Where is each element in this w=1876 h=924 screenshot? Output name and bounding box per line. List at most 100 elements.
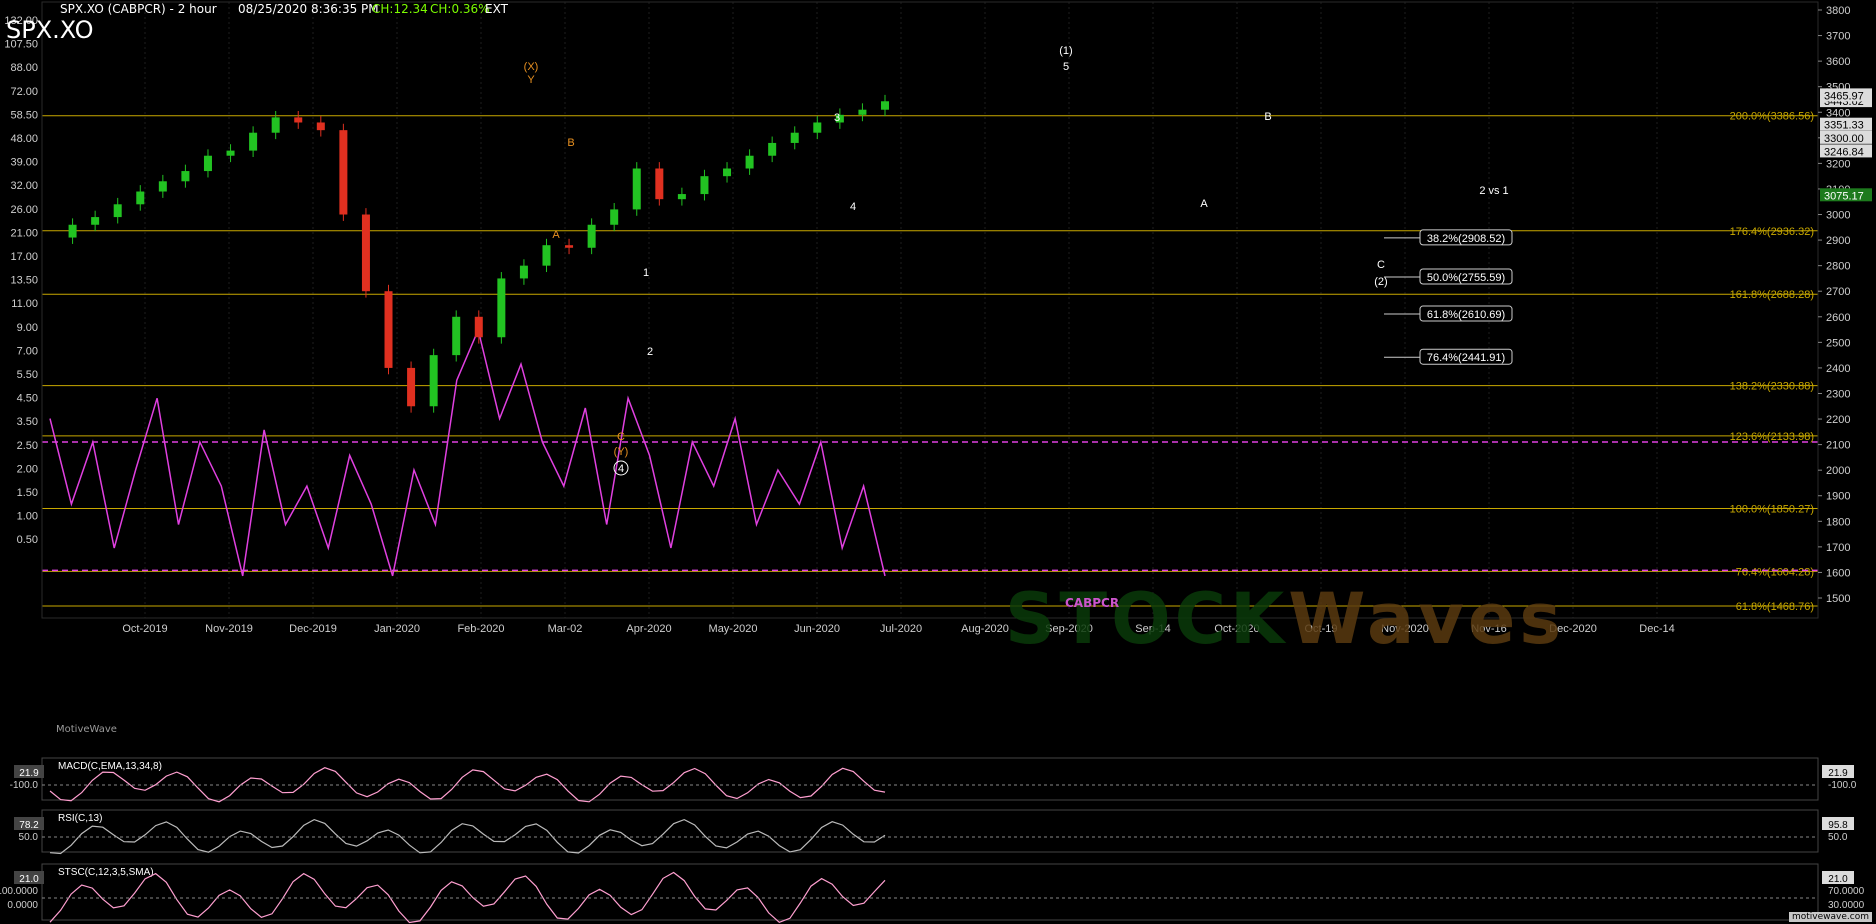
wave-label: 3: [834, 112, 840, 124]
candle-body: [339, 130, 348, 215]
retracement-label: 61.8%(2610.69): [1427, 309, 1505, 321]
candle-body: [271, 117, 280, 133]
candle-body: [723, 168, 732, 177]
left-tick-label: 1.50: [17, 487, 38, 499]
candle-body: [361, 214, 370, 292]
candle-body: [136, 191, 145, 205]
wave-label: Y: [527, 74, 535, 86]
wave-label: B: [1264, 111, 1271, 123]
candle-body: [91, 217, 100, 225]
candle-body: [790, 132, 799, 143]
candle-body: [429, 355, 438, 407]
indicator-value-right: 21.0: [1828, 874, 1848, 885]
indicator-tick: 100.0000: [0, 886, 38, 897]
indicator-value-left: 21.9: [19, 768, 39, 779]
indicator-panes: MACD(C,EMA,13,34,8)21.9 21.9-100.0 -100.0R…: [0, 757, 1865, 924]
left-tick-label: 72.00: [10, 86, 38, 98]
right-tick-label: 3600: [1826, 56, 1850, 68]
indicator-name: MACD(C,EMA,13,34,8): [58, 761, 162, 772]
candle-body: [881, 101, 889, 110]
left-tick-label: 9.00: [17, 322, 38, 334]
candle-body: [181, 171, 190, 182]
fib-label: 123.6%(2133.98): [1730, 431, 1814, 443]
fib-label: 76.4%(1604.28): [1736, 566, 1814, 578]
fib-label: 200.0%(3386.56): [1730, 111, 1814, 123]
right-tick-label: 3800: [1826, 5, 1850, 17]
wave-label: 4: [618, 463, 624, 475]
chart-canvas[interactable]: 200.0%(3386.56) 176.4%(2936.32) 161.8%(268…: [0, 0, 1876, 924]
right-tick-label: 1500: [1826, 593, 1850, 605]
candle-body: [632, 168, 641, 210]
right-tick-label: 1700: [1826, 542, 1850, 554]
indicator-tick: 50.0: [19, 832, 39, 843]
retracement-label: 38.2%(2908.52): [1427, 233, 1505, 245]
candle-body: [294, 117, 303, 123]
candle-body: [249, 132, 258, 151]
wave-label: 1: [643, 267, 649, 279]
right-tick-label: 2400: [1826, 363, 1850, 375]
wave-label: 5: [1063, 61, 1069, 73]
x-tick-label: Feb-2020: [457, 623, 504, 635]
fib-label: 138.2%(2330.88): [1730, 381, 1814, 393]
candle-body: [655, 168, 664, 200]
left-tick-label: 5.50: [17, 369, 38, 381]
candle-body: [587, 224, 596, 248]
right-tick-label: 3700: [1826, 31, 1850, 43]
left-tick-label: 32.00: [10, 180, 38, 192]
left-tick-label: 26.00: [10, 204, 38, 216]
wave-label: A: [552, 229, 560, 241]
fib-label: 61.8%(1468.76): [1736, 601, 1814, 613]
fib-label: 176.4%(2936.32): [1730, 226, 1814, 238]
right-tick-label: 2800: [1826, 261, 1850, 273]
wave-label: C: [617, 431, 625, 443]
right-tick-label: 2200: [1826, 414, 1850, 426]
left-tick-label: 1.00: [17, 511, 38, 523]
right-tick-label: 3200: [1826, 158, 1850, 170]
left-tick-label: 7.00: [17, 345, 38, 357]
left-tick-label: 39.00: [10, 157, 38, 169]
wave-label: C: [1377, 259, 1385, 271]
left-tick-label: 0.50: [17, 534, 38, 546]
candle-body: [565, 245, 574, 248]
x-tick-label: Jan-2020: [374, 623, 420, 635]
x-tick-label: Aug-2020: [961, 623, 1009, 635]
price-tag: 3465.97: [1824, 90, 1864, 102]
x-tick-label: Dec-14: [1639, 623, 1674, 635]
right-tick-label: 2000: [1826, 465, 1850, 477]
indicator-name: RSI(C,13): [58, 813, 102, 824]
candle-body: [519, 265, 528, 279]
candle-body: [813, 122, 822, 133]
stockwaves-watermark: STOCKWaves: [1005, 578, 1566, 660]
header-session: EXT: [485, 2, 508, 16]
indicator-value-left: 21.0: [19, 874, 39, 885]
candle-body: [407, 367, 416, 407]
header-change: CH:12.34: [372, 2, 428, 16]
left-tick-label: 88.00: [10, 62, 38, 74]
wave-label: (X): [524, 61, 539, 73]
x-tick-label: Oct-2019: [122, 623, 167, 635]
indicator-tick: 70.0000: [1828, 886, 1865, 897]
indicator-value-right: 95.8: [1828, 820, 1848, 831]
fib-label: 100.0%(1850.27): [1730, 503, 1814, 515]
wave-label: B: [567, 137, 574, 149]
left-tick-label: 2.00: [17, 463, 38, 475]
symbol-big: SPX.XO: [6, 16, 94, 44]
motivewave-url[interactable]: motivewave.com: [1789, 912, 1872, 922]
candle-body: [158, 181, 167, 192]
left-tick-label: 21.00: [10, 227, 38, 239]
left-tick-label: 58.50: [10, 109, 38, 121]
candle-body: [858, 109, 867, 115]
retracement-label: 76.4%(2441.91): [1427, 352, 1505, 364]
indicator-tick: 30.0000: [1828, 900, 1865, 911]
cabpcr-label: CABPCR: [1065, 596, 1120, 610]
indicator-value-right: 21.9: [1828, 768, 1848, 779]
right-tick-label: 2700: [1826, 286, 1850, 298]
header-change-pct: CH:0.36%: [430, 2, 490, 16]
candle-body: [316, 122, 325, 131]
left-tick-label: 48.00: [10, 133, 38, 145]
left-tick-label: 17.00: [10, 251, 38, 263]
candle-body: [68, 224, 77, 238]
price-tag: 3351.33: [1824, 120, 1864, 132]
indicator-tick: -100.0: [1828, 780, 1857, 791]
wave-label: A: [1200, 198, 1208, 210]
